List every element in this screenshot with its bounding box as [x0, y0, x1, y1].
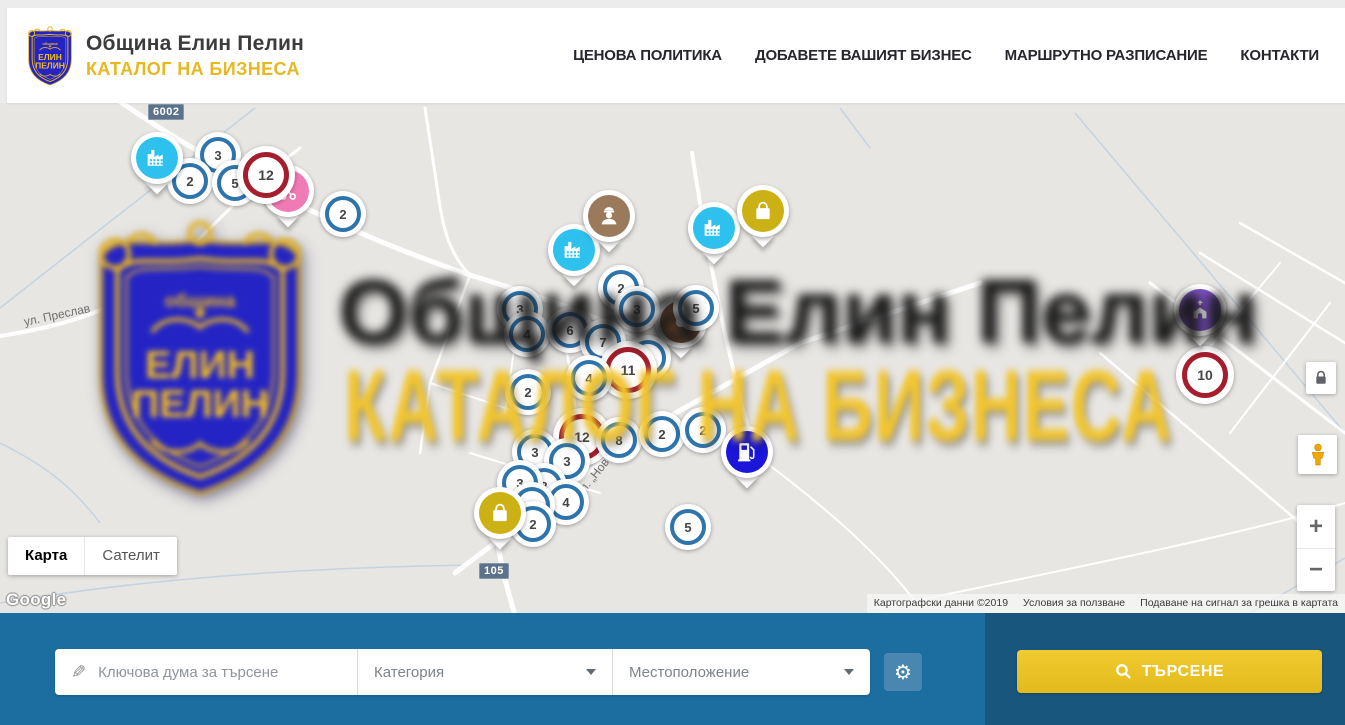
- cluster-marker[interactable]: 5: [665, 504, 711, 550]
- search-submit-button[interactable]: ТЪРСЕНЕ: [1017, 650, 1322, 693]
- road-number-badge: 6002: [148, 104, 184, 120]
- municipality-crest-icon: [25, 25, 75, 87]
- site-title-line1: Община Елин Пелин: [86, 32, 304, 56]
- map-attribution: Картографски данни ©2019 Условия за полз…: [867, 594, 1345, 613]
- map-pin-bag[interactable]: [737, 185, 789, 249]
- cluster-marker[interactable]: 2: [505, 369, 551, 415]
- fuel-pump-icon: [735, 440, 759, 464]
- cluster-marker[interactable]: 5: [673, 285, 719, 331]
- shopping-bag-icon: [751, 199, 775, 223]
- cluster-marker[interactable]: 2: [680, 407, 726, 453]
- search-bar: ✎ Категория Местоположение ⚙ ТЪРСЕНЕ: [0, 613, 1345, 725]
- chevron-down-icon: [586, 669, 596, 675]
- cluster-count: 11: [605, 347, 651, 393]
- search-button-label: ТЪРСЕНЕ: [1142, 663, 1225, 681]
- cluster-count: 8: [601, 422, 637, 458]
- cluster-count: 3: [619, 291, 655, 327]
- cluster-marker[interactable]: 2: [320, 191, 366, 237]
- nav-item-route-schedule[interactable]: МАРШРУТНО РАЗПИСАНИЕ: [1005, 47, 1208, 64]
- nav-item-pricing-policy[interactable]: ЦЕНОВА ПОЛИТИКА: [573, 47, 722, 64]
- map-pin-worker[interactable]: [583, 190, 635, 254]
- main-nav: ЦЕНОВА ПОЛИТИКА ДОБАВЕТЕ ВАШИЯТ БИЗНЕС М…: [573, 47, 1319, 64]
- road-number-badge: 105: [479, 563, 509, 579]
- gear-icon: ⚙: [894, 660, 912, 684]
- chevron-down-icon: [844, 669, 854, 675]
- cluster-count: 10: [1182, 352, 1228, 398]
- category-select[interactable]: Категория: [357, 649, 612, 695]
- cluster-marker[interactable]: 4: [566, 355, 612, 401]
- attribution-report-link[interactable]: Подаване на сигнал за грешка в картата: [1140, 597, 1338, 609]
- map-pin-factory[interactable]: [688, 202, 740, 266]
- map-pin-church[interactable]: [1174, 284, 1226, 348]
- cluster-marker[interactable]: 3: [614, 286, 660, 332]
- cluster-marker[interactable]: 4: [504, 311, 550, 357]
- cluster-count: 4: [509, 316, 545, 352]
- search-fields-group: ✎ Категория Местоположение: [55, 649, 870, 695]
- pencil-icon: ✎: [71, 662, 86, 683]
- cluster-count: 12: [243, 152, 289, 198]
- site-title-line2: КАТАЛОГ НА БИЗНЕСА: [86, 59, 304, 80]
- zoom-out-button[interactable]: −: [1297, 548, 1335, 591]
- zoom-in-button[interactable]: +: [1297, 505, 1335, 548]
- site-title: Община Елин Пелин КАТАЛОГ НА БИЗНЕСА: [86, 32, 304, 80]
- factory-icon: [145, 146, 169, 170]
- lock-icon: [1312, 369, 1330, 387]
- attribution-terms-link[interactable]: Условия за ползване: [1023, 597, 1125, 609]
- advanced-settings-button[interactable]: ⚙: [884, 653, 922, 691]
- cluster-count: 4: [571, 360, 607, 396]
- cluster-marker[interactable]: 12: [237, 146, 295, 204]
- location-select-value: Местоположение: [629, 664, 749, 681]
- keyword-search-input[interactable]: [98, 664, 328, 681]
- map-type-control: Карта Сателит: [8, 537, 177, 575]
- cluster-count: 2: [685, 412, 721, 448]
- search-icon: [1115, 663, 1132, 680]
- map-type-satellite-button[interactable]: Сателит: [84, 537, 177, 575]
- nav-item-contacts[interactable]: КОНТАКТИ: [1240, 47, 1319, 64]
- location-select[interactable]: Местоположение: [612, 649, 870, 695]
- cluster-count: 5: [678, 290, 714, 326]
- worker-icon: [597, 204, 621, 228]
- cluster-marker[interactable]: 2: [639, 411, 685, 457]
- map-pin-bag[interactable]: [474, 487, 526, 551]
- street-view-pegman-button[interactable]: [1298, 435, 1337, 474]
- keyword-field-section: ✎: [55, 649, 357, 695]
- cluster-count: 2: [644, 416, 680, 452]
- header-logo[interactable]: Община Елин Пелин КАТАЛОГ НА БИЗНЕСА: [25, 25, 304, 87]
- map-type-map-button[interactable]: Карта: [8, 537, 84, 575]
- pegman-icon: [1305, 442, 1331, 468]
- cluster-count: 2: [325, 196, 361, 232]
- church-icon: [1188, 298, 1212, 322]
- category-select-value: Категория: [374, 664, 444, 681]
- shopping-bag-icon: [488, 501, 512, 525]
- fullscreen-lock-button[interactable]: [1306, 362, 1336, 394]
- cluster-marker[interactable]: 10: [1176, 346, 1234, 404]
- cluster-count: 2: [510, 374, 546, 410]
- nav-item-add-business[interactable]: ДОБАВЕТЕ ВАШИЯТ БИЗНЕС: [755, 47, 972, 64]
- map-pin-fuel[interactable]: [721, 426, 773, 490]
- site-header: Община Елин Пелин КАТАЛОГ НА БИЗНЕСА ЦЕН…: [7, 8, 1345, 103]
- attribution-copyright: Картографски данни ©2019: [874, 597, 1008, 609]
- factory-icon: [702, 216, 726, 240]
- cluster-marker[interactable]: 8: [596, 417, 642, 463]
- map-canvas[interactable]: 6002105ул. Преславбул. „Новосел 32512223…: [0, 103, 1345, 613]
- cluster-count: 5: [670, 509, 706, 545]
- google-logo[interactable]: Google: [6, 590, 66, 610]
- map-pin-factory[interactable]: [131, 132, 183, 196]
- zoom-control: + −: [1297, 505, 1335, 591]
